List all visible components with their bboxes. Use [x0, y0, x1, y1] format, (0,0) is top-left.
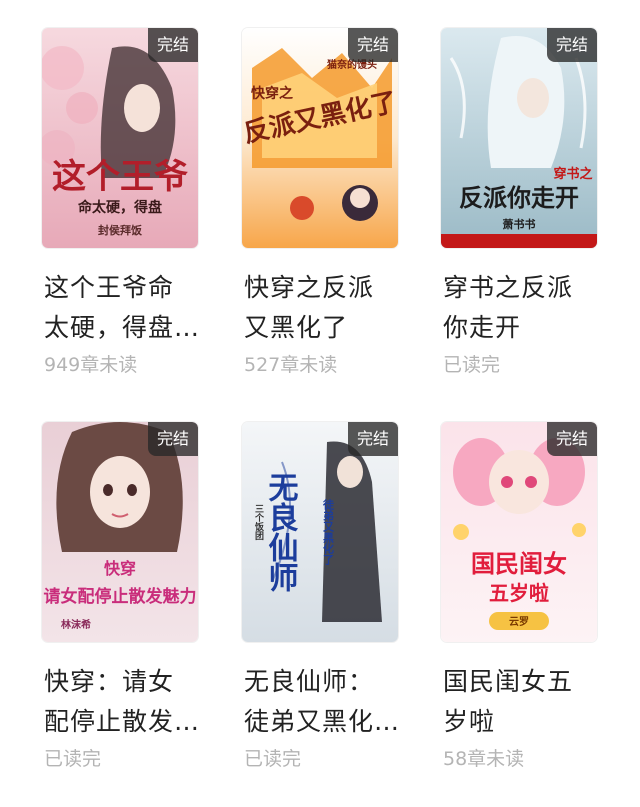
cover-main-text: 这个王爷 [52, 157, 188, 197]
book-title-line2: 太硬，得盘… [44, 313, 201, 342]
book-title-line2: 配停止散发… [44, 707, 201, 736]
cover-sub-text: 命太硬，得盘 [77, 199, 162, 216]
cover-sub-text: 快穿之 [251, 85, 293, 102]
cover-sub-text: 五岁啦 [489, 581, 549, 605]
cover-sub-text: 穿书之 [553, 166, 592, 182]
cover-author: 封侯拜饭 [98, 223, 142, 237]
book-item[interactable]: 快穿 请女配停止散发魅力 林沫希 完结 快穿：请女 配停止散发… 已读完 [42, 422, 202, 782]
book-title-line2: 你走开 [443, 313, 522, 342]
book-item[interactable]: 反派又黑化了 快穿之 猫奈的馒头 完结 快穿之反派 又黑化了 527章未读 [242, 28, 402, 388]
completed-badge: 完结 [348, 422, 398, 456]
book-cover[interactable]: 无良仙师 徒弟又黑化了 三个饭团 完结 [242, 422, 398, 642]
book-read-status: 已读完 [244, 748, 302, 770]
cover-author: 三个饭团 [253, 504, 265, 541]
book-item[interactable]: 反派你走开 穿书之 萧书书 完结 穿书之反派 你走开 已读完 [441, 28, 601, 388]
book-title-line1: 国民闺女五 [443, 667, 574, 696]
book-title-line1: 无良仙师： [244, 667, 375, 696]
book-read-status: 949章未读 [44, 354, 138, 376]
completed-badge: 完结 [547, 28, 597, 62]
book-item[interactable]: 国民闺女 五岁啦 云罗 完结 国民闺女五 岁啦 58章未读 [441, 422, 601, 782]
cover-main-text: 请女配停止散发魅力 [44, 586, 197, 607]
book-title-line1: 快穿：请女 [44, 667, 175, 696]
book-cover[interactable]: 反派你走开 穿书之 萧书书 完结 [441, 28, 597, 248]
book-title-line2: 又黑化了 [244, 313, 349, 342]
book-item[interactable]: 这个王爷 命太硬，得盘 封侯拜饭 完结 这个王爷命 太硬，得盘… 949章未读 [42, 28, 202, 388]
bookshelf-grid: 这个王爷 命太硬，得盘 封侯拜饭 完结 这个王爷命 太硬，得盘… 949章未读 [0, 0, 640, 807]
book-read-status: 已读完 [44, 748, 102, 770]
cover-sub-text: 快穿 [104, 559, 136, 578]
cover-author: 萧书书 [503, 217, 536, 231]
book-cover[interactable]: 国民闺女 五岁啦 云罗 完结 [441, 422, 597, 642]
book-title-line1: 这个王爷命 [44, 273, 175, 302]
cover-author: 云罗 [509, 616, 529, 628]
completed-badge: 完结 [547, 422, 597, 456]
book-title-line1: 穿书之反派 [443, 273, 574, 302]
book-cover[interactable]: 这个王爷 命太硬，得盘 封侯拜饭 完结 [42, 28, 198, 248]
cover-sub-text: 徒弟又黑化了 [322, 498, 336, 566]
cover-main-text: 反派你走开 [459, 183, 579, 212]
cover-author: 林沫希 [61, 618, 91, 631]
completed-badge: 完结 [148, 422, 198, 456]
completed-badge: 完结 [348, 28, 398, 62]
book-read-status: 58章未读 [443, 748, 525, 770]
completed-badge: 完结 [148, 28, 198, 62]
book-cover[interactable]: 反派又黑化了 快穿之 猫奈的馒头 完结 [242, 28, 398, 248]
book-item[interactable]: 无良仙师 徒弟又黑化了 三个饭团 完结 无良仙师： 徒弟又黑化… 已读完 [242, 422, 402, 782]
book-title-line2: 岁啦 [443, 707, 496, 736]
cover-main-text: 国民闺女 [471, 549, 567, 578]
cover-main-text: 无良仙师 [263, 472, 299, 593]
book-read-status: 已读完 [443, 354, 501, 376]
book-title-line2: 徒弟又黑化… [244, 707, 401, 736]
book-title-line1: 快穿之反派 [244, 273, 375, 302]
book-read-status: 527章未读 [244, 354, 338, 376]
book-cover[interactable]: 快穿 请女配停止散发魅力 林沫希 完结 [42, 422, 198, 642]
